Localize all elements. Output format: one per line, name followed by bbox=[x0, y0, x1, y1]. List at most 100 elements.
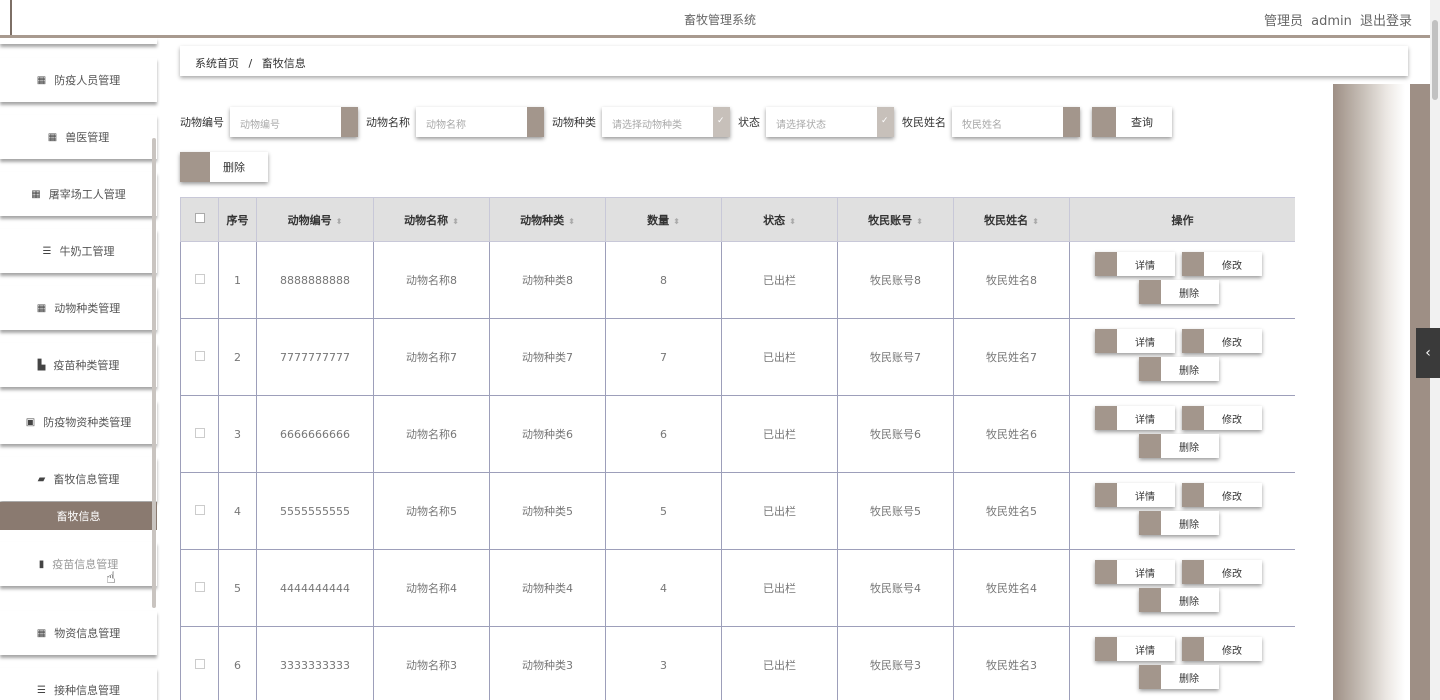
input-accent bbox=[338, 107, 358, 137]
query-button-label: 查询 bbox=[1131, 116, 1153, 129]
herder-name-input[interactable]: 牧民姓名 bbox=[952, 107, 1080, 137]
sidebar-item-epidemic-staff[interactable]: ▦ 防疫人员管理 bbox=[0, 58, 157, 102]
bar-chart-icon: ▮ bbox=[38, 558, 45, 570]
stamp-icon: ▙ bbox=[37, 359, 46, 371]
cell-qty: 5 bbox=[605, 472, 722, 550]
column-header[interactable]: 动物名称 ⬍ bbox=[373, 197, 490, 242]
sidebar-item-label: 防疫人员管理 bbox=[54, 74, 121, 87]
sort-icon[interactable]: ⬍ bbox=[789, 217, 796, 226]
grid-icon: ▦ bbox=[36, 627, 47, 639]
sort-icon[interactable]: ⬍ bbox=[568, 217, 575, 226]
row-checkbox[interactable] bbox=[194, 581, 205, 592]
cell-account: 牧民账号7 bbox=[837, 318, 954, 396]
batch-delete-button[interactable]: 删除 bbox=[180, 152, 268, 182]
sidebar-item-livestock-mgmt[interactable]: ▰ 畜牧信息管理 bbox=[0, 457, 157, 501]
chevron-left-icon: ‹ bbox=[1425, 345, 1431, 361]
column-header[interactable]: 牧民账号 ⬍ bbox=[837, 197, 954, 242]
status-placeholder: 请选择状态 bbox=[776, 120, 826, 131]
detail-button[interactable]: 详情 bbox=[1095, 329, 1175, 353]
cell-name: 动物名称3 bbox=[373, 626, 490, 700]
column-header[interactable]: 数量 ⬍ bbox=[605, 197, 722, 242]
sort-icon[interactable]: ⬍ bbox=[336, 217, 343, 226]
sort-icon[interactable]: ⬍ bbox=[452, 217, 459, 226]
batch-delete-label: 删除 bbox=[223, 161, 245, 174]
cell-account: 牧民账号5 bbox=[837, 472, 954, 550]
edit-button[interactable]: 修改 bbox=[1182, 329, 1262, 353]
sidebar-item-supply-info[interactable]: ▦ 物资信息管理 bbox=[0, 611, 157, 655]
animal-no-input[interactable]: 动物编号 bbox=[230, 107, 358, 137]
column-header[interactable]: 动物种类 ⬍ bbox=[489, 197, 606, 242]
detail-button[interactable]: 详情 bbox=[1095, 252, 1175, 276]
cell-actions: 详情 修改删除 bbox=[1069, 549, 1295, 627]
edit-button[interactable]: 修改 bbox=[1182, 560, 1262, 584]
edit-button[interactable]: 修改 bbox=[1182, 406, 1262, 430]
sidebar-item-animal-types[interactable]: ▦ 动物种类管理 bbox=[0, 286, 157, 330]
sidebar-item-vaccination-info[interactable]: ☰ 接种信息管理 bbox=[0, 668, 157, 700]
column-header[interactable]: 状态 ⬍ bbox=[721, 197, 838, 242]
sidebar-item-supply-types[interactable]: ▣ 防疫物资种类管理 bbox=[0, 400, 157, 444]
input-accent bbox=[1060, 107, 1080, 137]
row-select-cell bbox=[180, 472, 219, 550]
column-header[interactable]: 动物编号 ⬍ bbox=[256, 197, 374, 242]
query-button[interactable]: 查询 bbox=[1092, 107, 1172, 137]
cell-status: 已出栏 bbox=[721, 549, 838, 627]
animal-type-select[interactable]: 请选择动物种类 bbox=[602, 107, 730, 137]
animal-name-label: 动物名称 bbox=[366, 116, 410, 129]
delete-button[interactable]: 删除 bbox=[1139, 280, 1219, 304]
edit-button[interactable]: 修改 bbox=[1182, 637, 1262, 661]
sidebar-item-milk-workers[interactable]: ☰ 牛奶工管理 bbox=[0, 229, 157, 273]
edit-button[interactable]: 修改 bbox=[1182, 483, 1262, 507]
sidebar-scrollbar[interactable] bbox=[152, 138, 156, 608]
cell-actions: 详情 修改删除 bbox=[1069, 472, 1295, 550]
collapse-panel-button[interactable]: ‹ bbox=[1416, 328, 1440, 378]
sort-icon[interactable]: ⬍ bbox=[1032, 217, 1039, 226]
sort-icon[interactable]: ⬍ bbox=[673, 217, 680, 226]
animal-name-input[interactable]: 动物名称 bbox=[416, 107, 544, 137]
ticket-icon: ▰ bbox=[37, 473, 46, 485]
detail-button[interactable]: 详情 bbox=[1095, 406, 1175, 430]
detail-button[interactable]: 详情 bbox=[1095, 637, 1175, 661]
row-checkbox[interactable] bbox=[194, 504, 205, 515]
column-header: 序号 bbox=[218, 197, 257, 242]
input-accent bbox=[524, 107, 544, 137]
column-header[interactable]: 牧民姓名 ⬍ bbox=[953, 197, 1070, 242]
cell-index: 4 bbox=[218, 472, 257, 550]
detail-button[interactable]: 详情 bbox=[1095, 560, 1175, 584]
row-select-cell bbox=[180, 395, 219, 473]
cell-qty: 8 bbox=[605, 241, 722, 319]
edit-button[interactable]: 修改 bbox=[1182, 252, 1262, 276]
sidebar-item-vaccine-info[interactable]: ▮ 疫苗信息管理 bbox=[0, 542, 157, 586]
logout-link[interactable]: 退出登录 bbox=[1360, 14, 1412, 29]
status-select[interactable]: 请选择状态 bbox=[766, 107, 894, 137]
sidebar-subitem-livestock-info[interactable]: 畜牧信息 bbox=[0, 502, 157, 530]
chevron-down-icon bbox=[710, 107, 730, 137]
sidebar-item-vaccine-types[interactable]: ▙ 疫苗种类管理 bbox=[0, 343, 157, 387]
row-checkbox[interactable] bbox=[194, 427, 205, 438]
delete-button[interactable]: 删除 bbox=[1139, 665, 1219, 689]
animal-type-placeholder: 请选择动物种类 bbox=[612, 120, 682, 131]
row-checkbox[interactable] bbox=[194, 273, 205, 284]
delete-button[interactable]: 删除 bbox=[1139, 588, 1219, 612]
animal-name-placeholder: 动物名称 bbox=[426, 120, 466, 131]
breadcrumb-home[interactable]: 系统首页 bbox=[195, 57, 239, 70]
sort-icon[interactable]: ⬍ bbox=[916, 217, 923, 226]
cell-no: 8888888888 bbox=[256, 241, 374, 319]
sidebar-item-slaughter-workers[interactable]: ▦ 屠宰场工人管理 bbox=[0, 172, 157, 216]
button-accent bbox=[1095, 252, 1117, 276]
row-checkbox[interactable] bbox=[194, 350, 205, 361]
button-accent bbox=[1182, 252, 1204, 276]
cell-no: 6666666666 bbox=[256, 395, 374, 473]
delete-button[interactable]: 删除 bbox=[1139, 357, 1219, 381]
delete-button[interactable]: 删除 bbox=[1139, 511, 1219, 535]
row-checkbox[interactable] bbox=[194, 658, 205, 669]
select-all-checkbox[interactable] bbox=[194, 213, 205, 223]
search-bar: 动物编号 动物编号 动物名称 动物名称 动物种类 请选择动物种类 状态 请选择状… bbox=[180, 106, 1172, 138]
cell-name: 动物名称7 bbox=[373, 318, 490, 396]
detail-button[interactable]: 详情 bbox=[1095, 483, 1175, 507]
button-accent bbox=[1139, 357, 1161, 381]
cell-qty: 4 bbox=[605, 549, 722, 627]
side-panel-bar bbox=[1410, 84, 1430, 700]
delete-button[interactable]: 删除 bbox=[1139, 434, 1219, 458]
scrollbar-thumb[interactable] bbox=[1432, 20, 1438, 100]
sidebar-item-vet[interactable]: ▦ 兽医管理 bbox=[0, 115, 157, 159]
